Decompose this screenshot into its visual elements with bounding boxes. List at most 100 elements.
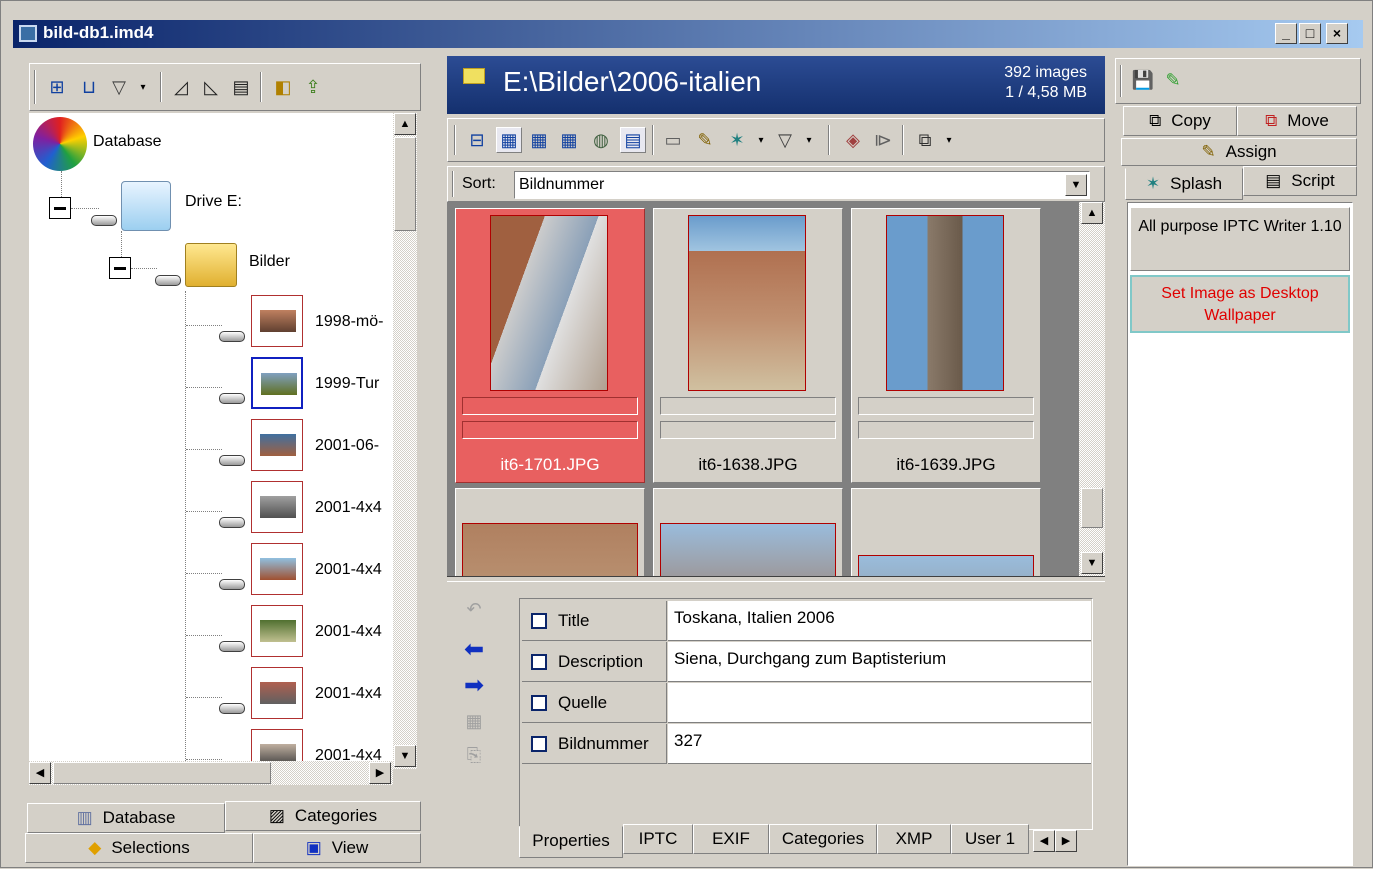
triangle-tool-icon[interactable]: ◿	[168, 74, 194, 100]
upload-icon[interactable]: ⇪	[300, 74, 326, 100]
tab-exif[interactable]: EXIF	[693, 824, 769, 854]
field-value[interactable]	[668, 683, 1091, 723]
slideshow-icon[interactable]: ◍	[588, 127, 614, 153]
chevron-down-icon[interactable]: ▼	[1065, 174, 1087, 196]
thumbnail-item[interactable]	[653, 488, 843, 576]
close-button[interactable]: ×	[1326, 23, 1348, 44]
fit-view-icon[interactable]: ⊟	[464, 127, 490, 153]
tab-view[interactable]: ▣ View	[253, 833, 421, 863]
tree-item[interactable]: 1999-Tur	[29, 355, 393, 417]
tab-categories[interactable]: Categories	[769, 824, 877, 854]
tree-root-label[interactable]: Database	[93, 133, 162, 151]
copy-move-icon[interactable]: ⧉	[912, 127, 938, 153]
tag-icon[interactable]: ◧	[270, 74, 296, 100]
tree-folder-label[interactable]: Bilder	[249, 253, 290, 271]
iptc-writer-button[interactable]: All purpose IPTC Writer 1.10	[1130, 207, 1350, 271]
splitter[interactable]	[447, 576, 1105, 582]
field-checkbox-icon[interactable]	[531, 654, 547, 670]
scroll-thumb[interactable]	[394, 137, 416, 231]
scroll-thumb[interactable]	[1081, 488, 1103, 528]
collapse-toggle[interactable]	[49, 197, 71, 219]
tab-selections[interactable]: ◆ Selections	[25, 833, 253, 863]
table-row[interactable]: Quelle	[522, 683, 1092, 724]
tree-item[interactable]: 2001-4x4	[29, 603, 393, 665]
minimize-button[interactable]: _	[1275, 23, 1297, 44]
move-button[interactable]: ⧉ Move	[1237, 106, 1357, 136]
tab-scroll-left-button[interactable]: ◀	[1033, 830, 1055, 852]
tab-user-1[interactable]: User 1	[951, 824, 1029, 854]
collapse-icon[interactable]: ⊔	[76, 74, 102, 100]
copy-button[interactable]: ⧉ Copy	[1123, 106, 1237, 136]
scroll-left-button[interactable]: ◀	[29, 762, 51, 784]
scroll-down-button[interactable]: ▼	[394, 745, 416, 767]
filter-dropdown-icon[interactable]: ▾	[796, 127, 822, 153]
scroll-thumb[interactable]	[53, 762, 271, 784]
thumbnail-item[interactable]: it6-1639.JPG	[851, 208, 1041, 483]
tab-label: Selections	[111, 838, 190, 857]
splash-tab[interactable]: ✶ Splash	[1125, 168, 1243, 200]
scroll-up-button[interactable]: ▲	[394, 113, 416, 135]
tree-item[interactable]: 2001-4x4	[29, 479, 393, 541]
tab-iptc[interactable]: IPTC	[623, 824, 693, 854]
collapse-toggle[interactable]	[109, 257, 131, 279]
field-value[interactable]: Siena, Durchgang zum Baptisterium	[668, 642, 1091, 682]
sort-select[interactable]: Bildnummer ▼	[514, 171, 1090, 199]
assign-tool-icon[interactable]: ✎	[692, 127, 718, 153]
field-value[interactable]: 327	[668, 724, 1091, 764]
properties-icon[interactable]: ▤	[228, 74, 254, 100]
tree-item[interactable]: 2001-4x4	[29, 541, 393, 603]
table-row[interactable]: Description Siena, Durchgang zum Baptist…	[522, 642, 1092, 683]
tree-drive-label[interactable]: Drive E:	[185, 193, 242, 211]
previous-arrow-icon[interactable]: ⬅	[461, 636, 487, 663]
scroll-down-button[interactable]: ▼	[1081, 552, 1103, 574]
thumbnail-item[interactable]	[851, 488, 1041, 576]
script-tab[interactable]: ▤ Script	[1243, 166, 1357, 196]
maximize-button[interactable]: □	[1299, 23, 1321, 44]
tab-database[interactable]: ▥ Database	[27, 803, 225, 833]
paste-icon[interactable]: ⎘	[461, 742, 487, 768]
next-arrow-icon[interactable]: ➡	[461, 672, 487, 699]
thumbnail-item-selected[interactable]: it6-1701.JPG	[455, 208, 645, 483]
table-row[interactable]: Title Toskana, Italien 2006	[522, 601, 1092, 642]
details-view-icon[interactable]: ▤	[620, 127, 646, 153]
pencil-icon[interactable]: ✎	[1160, 67, 1186, 93]
tree-item[interactable]: 1998-mö-	[29, 293, 393, 355]
tab-xmp[interactable]: XMP	[877, 824, 951, 854]
field-checkbox-icon[interactable]	[531, 613, 547, 629]
filter-dropdown-icon[interactable]: ▾	[130, 74, 156, 100]
tab-properties[interactable]: Properties	[519, 826, 623, 858]
filter-icon[interactable]: ▽	[772, 127, 798, 153]
form-icon[interactable]: ▦	[461, 708, 487, 734]
tab-scroll-right-button[interactable]: ▶	[1055, 830, 1077, 852]
tree-item[interactable]: 2001-4x4	[29, 665, 393, 727]
tree-item[interactable]: 2001-06-	[29, 417, 393, 479]
grid-vertical-scrollbar[interactable]: ▲ ▼	[1079, 202, 1105, 576]
edit-triangle-icon[interactable]: ◺	[198, 74, 224, 100]
grid-medium-icon[interactable]: ▦	[526, 127, 552, 153]
grid-small-icon[interactable]: ▦	[556, 127, 582, 153]
thumbnail-item[interactable]: it6-1638.JPG	[653, 208, 843, 483]
splash-dropdown-icon[interactable]: ▾	[748, 127, 774, 153]
forward-tool-icon[interactable]: ⧐	[870, 127, 896, 153]
table-row[interactable]: Bildnummer 327	[522, 724, 1092, 765]
field-value[interactable]: Toskana, Italien 2006	[668, 601, 1091, 641]
splash-tool-icon[interactable]: ✶	[724, 127, 750, 153]
save-icon[interactable]: 💾	[1130, 67, 1156, 93]
scroll-up-button[interactable]: ▲	[1081, 202, 1103, 224]
copy-move-dropdown-icon[interactable]: ▾	[936, 127, 962, 153]
tree-vertical-scrollbar[interactable]: ▲ ▼	[393, 113, 417, 769]
tree-horizontal-scrollbar[interactable]: ◀ ▶	[29, 761, 393, 785]
filter-icon[interactable]: ▽	[106, 74, 132, 100]
back-tool-icon[interactable]: ◈	[840, 127, 866, 153]
assign-button[interactable]: ✎ Assign	[1121, 138, 1357, 166]
field-checkbox-icon[interactable]	[531, 695, 547, 711]
undo-icon[interactable]: ↶	[461, 596, 487, 622]
tab-categories[interactable]: ▨ Categories	[225, 801, 421, 831]
grid-large-icon[interactable]: ▦	[496, 127, 522, 153]
set-wallpaper-button[interactable]: Set Image as Desktop Wallpaper	[1130, 275, 1350, 333]
open-folder-icon[interactable]: ▭	[660, 127, 686, 153]
scroll-right-button[interactable]: ▶	[369, 762, 391, 784]
thumbnail-item[interactable]	[455, 488, 645, 576]
expand-icon[interactable]: ⊞	[44, 74, 70, 100]
field-checkbox-icon[interactable]	[531, 736, 547, 752]
